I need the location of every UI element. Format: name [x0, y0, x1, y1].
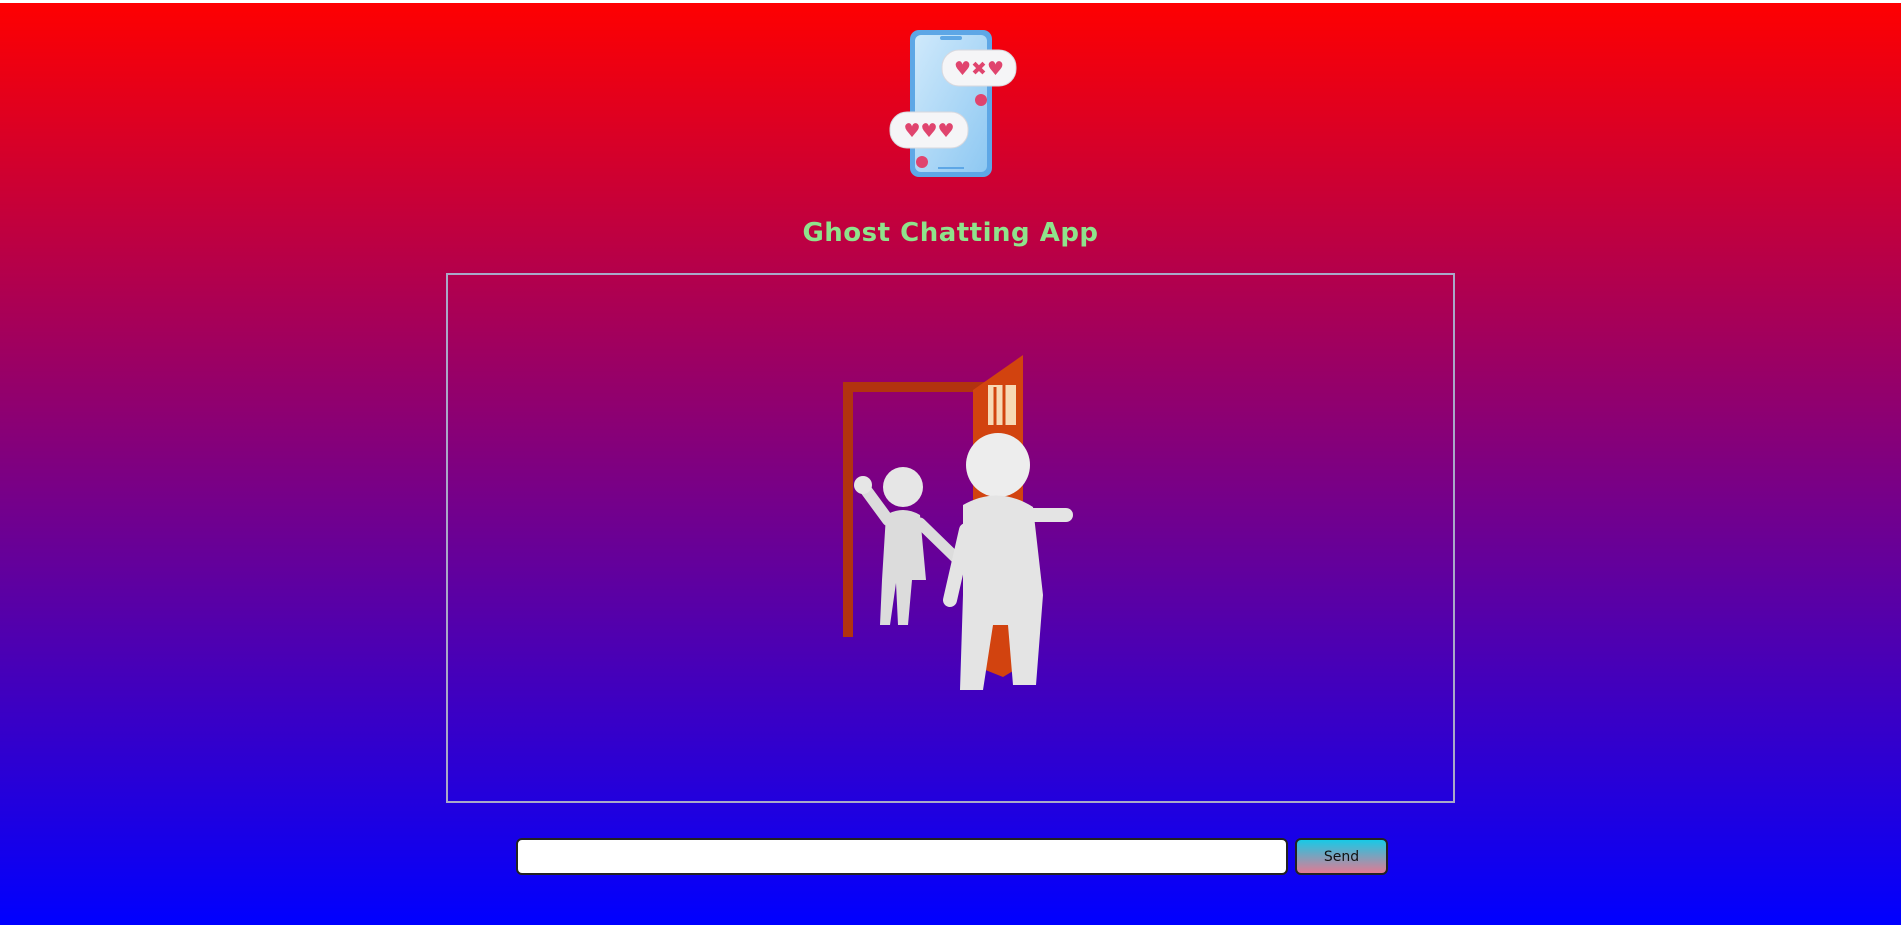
svg-text:♥✖♥: ♥✖♥	[954, 58, 1004, 80]
figure-waving-at-open-door-illustration	[843, 355, 1073, 690]
message-input[interactable]	[516, 838, 1288, 875]
phone-with-heart-messages-icon: ♥✖♥ ♥♥♥	[889, 30, 1017, 177]
message-composer: Send	[516, 838, 1388, 877]
page-title: Ghost Chatting App	[802, 218, 1099, 248]
chat-messages-area	[446, 273, 1455, 803]
top-strip	[0, 0, 1901, 3]
send-button[interactable]: Send	[1295, 838, 1388, 875]
svg-text:♥♥♥: ♥♥♥	[903, 120, 954, 142]
